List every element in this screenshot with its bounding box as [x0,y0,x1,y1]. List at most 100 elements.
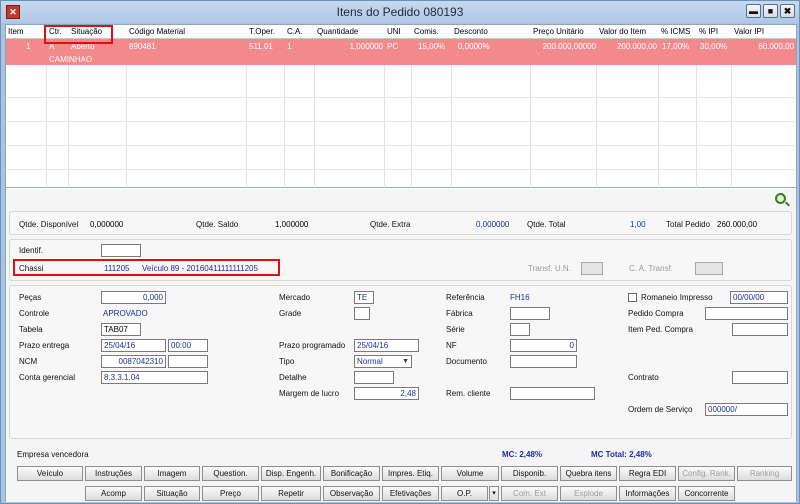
detalhe-label: Detalhe [279,373,307,382]
serie-input[interactable] [510,323,530,336]
col-header-codigo[interactable]: Código Material [129,27,185,36]
table-row[interactable]: 1 A Aberto CAMINHAO 890481 511.01 1 1,00… [6,39,796,65]
item-ped-compra-input[interactable] [732,323,788,336]
op-dropdown-chevron-icon[interactable]: ▾ [489,486,499,501]
cell-ipi: 30,00% [700,42,728,51]
highlight-box-chassi [13,259,280,276]
prazo-programado-input[interactable]: 25/04/16 [354,339,419,352]
impres-etiq-button[interactable]: Impres. Etiq. [382,466,439,481]
total-label: Qtde. Total [527,220,566,229]
pedido-compra-input[interactable] [705,307,788,320]
nf-label: NF [446,341,457,350]
cell-preco: 200.000,00000 [542,42,596,51]
acomp-button[interactable]: Acomp [85,486,142,501]
romaneio-date-input[interactable]: 00/00/00 [730,291,788,304]
ncm-label: NCM [19,357,38,366]
rem-cliente-input[interactable] [510,387,595,400]
col-header-preco[interactable]: Preço Unitário [533,27,584,36]
instrucoes-button[interactable]: Instruções [85,466,142,481]
disp-engenh-button[interactable]: Disp. Engenh. [261,466,321,481]
transf-un-label: Transf. U.N. [528,264,571,273]
detalhe-input[interactable] [354,371,394,384]
imagem-button[interactable]: Imagem [144,466,200,481]
prazo-entrega-date-input[interactable]: 25/04/16 [101,339,166,352]
tipo-select[interactable]: Normal ▼ [354,355,412,368]
explode-button[interactable]: Explode [560,486,617,501]
com-ext-button[interactable]: Com. Ext [501,486,558,501]
minimize-button[interactable]: ▬ [746,4,761,18]
col-header-quantidade[interactable]: Quantidade [317,27,358,36]
fabrica-label: Fábrica [446,309,473,318]
pedido-compra-label: Pedido Compra [628,309,684,318]
col-header-ca[interactable]: C.A. [287,27,303,36]
referencia-label: Referência [446,293,485,302]
total-value: 1,00 [630,220,646,229]
question-button[interactable]: Question. [202,466,259,481]
config-rank-button[interactable]: Config. Rank. [678,466,735,481]
informacoes-button[interactable]: Informações [619,486,676,501]
grade-label: Grade [279,309,302,318]
romaneio-checkbox[interactable] [628,293,637,302]
col-header-item[interactable]: Item [8,27,24,36]
cell-valor-ipi: 60.000,00 [758,42,794,51]
col-header-uni[interactable]: UNI [387,27,401,36]
conta-gerencial-input[interactable]: 8.3.3.1.04 [101,371,208,384]
volume-button[interactable]: Volume [441,466,499,481]
cell-uni: PC [387,42,399,51]
quebra-itens-button[interactable]: Quebra itens [560,466,617,481]
bonificacao-button[interactable]: Bonificação [323,466,380,481]
disponib-button[interactable]: Disponib. [501,466,558,481]
referencia-value: FH16 [510,293,530,302]
repetir-button[interactable]: Repetir [261,486,321,501]
situacao-button[interactable]: Situação [144,486,200,501]
preco-button[interactable]: Preço [202,486,259,501]
ordem-servico-input[interactable]: 000000/ [705,403,788,416]
details-panel: Qtde. Disponível 0,000000 Qtde. Saldo 1,… [6,189,796,502]
cell-situacao-line2: CAMINHAO [49,55,93,64]
ncm-input[interactable]: 0087042310 [101,355,166,368]
mc-value: MC: 2,48% [502,450,543,459]
item-ped-compra-label: Item Ped. Compra [628,325,693,334]
observacao-button[interactable]: Observação [323,486,380,501]
veiculo-button[interactable]: Veículo [17,466,83,481]
col-header-valor-ipi[interactable]: Valor IPI [734,27,764,36]
cell-ca: 1 [287,42,292,51]
close-button[interactable]: ✖ [780,4,795,18]
col-header-icms[interactable]: % ICMS [661,27,690,36]
ca-transf-input[interactable] [695,262,723,275]
mc-total-value: MC Total: 2,48% [591,450,652,459]
grade-input[interactable] [354,307,370,320]
contrato-input[interactable] [732,371,788,384]
empresa-vencedora-label: Empresa vencedora [17,450,89,459]
transf-un-input[interactable] [581,262,603,275]
cell-comis: 15,00% [418,42,446,51]
prazo-entrega-time-input[interactable]: 00:00 [168,339,208,352]
ranking-button[interactable]: Ranking [737,466,792,481]
nf-input[interactable]: 0 [510,339,577,352]
total-pedido-label: Total Pedido [666,220,711,229]
margem-lucro-input[interactable]: 2,48 [354,387,419,400]
fabrica-input[interactable] [510,307,550,320]
ncm-extra-input[interactable] [168,355,208,368]
col-header-toper[interactable]: T.Oper. [249,27,275,36]
items-grid[interactable]: Item Ctr. Situação Código Material T.Ope… [6,25,796,188]
identif-input[interactable] [101,244,141,257]
pecas-input[interactable]: 0,000 [101,291,166,304]
total-pedido-value: 260.000,00 [717,220,758,229]
regra-edi-button[interactable]: Regra EDI [619,466,676,481]
op-button[interactable]: O.P. [441,486,488,501]
zoom-icon[interactable] [775,193,786,204]
tabela-label: Tabela [19,325,43,334]
mercado-input[interactable]: TE [354,291,374,304]
col-header-ipi[interactable]: % IPI [699,27,718,36]
efetivacoes-button[interactable]: Efetivações [382,486,439,501]
documento-input[interactable] [510,355,577,368]
contrato-label: Contrato [628,373,659,382]
maximize-button[interactable]: ■ [763,4,778,18]
tabela-input[interactable]: TAB07 [101,323,141,336]
col-header-comis[interactable]: Comis. [414,27,439,36]
col-header-valor-item[interactable]: Valor do Item [599,27,646,36]
col-header-desconto[interactable]: Desconto [454,27,488,36]
cell-desconto: 0,0000% [458,42,490,51]
concorrente-button[interactable]: Concorrente [678,486,735,501]
